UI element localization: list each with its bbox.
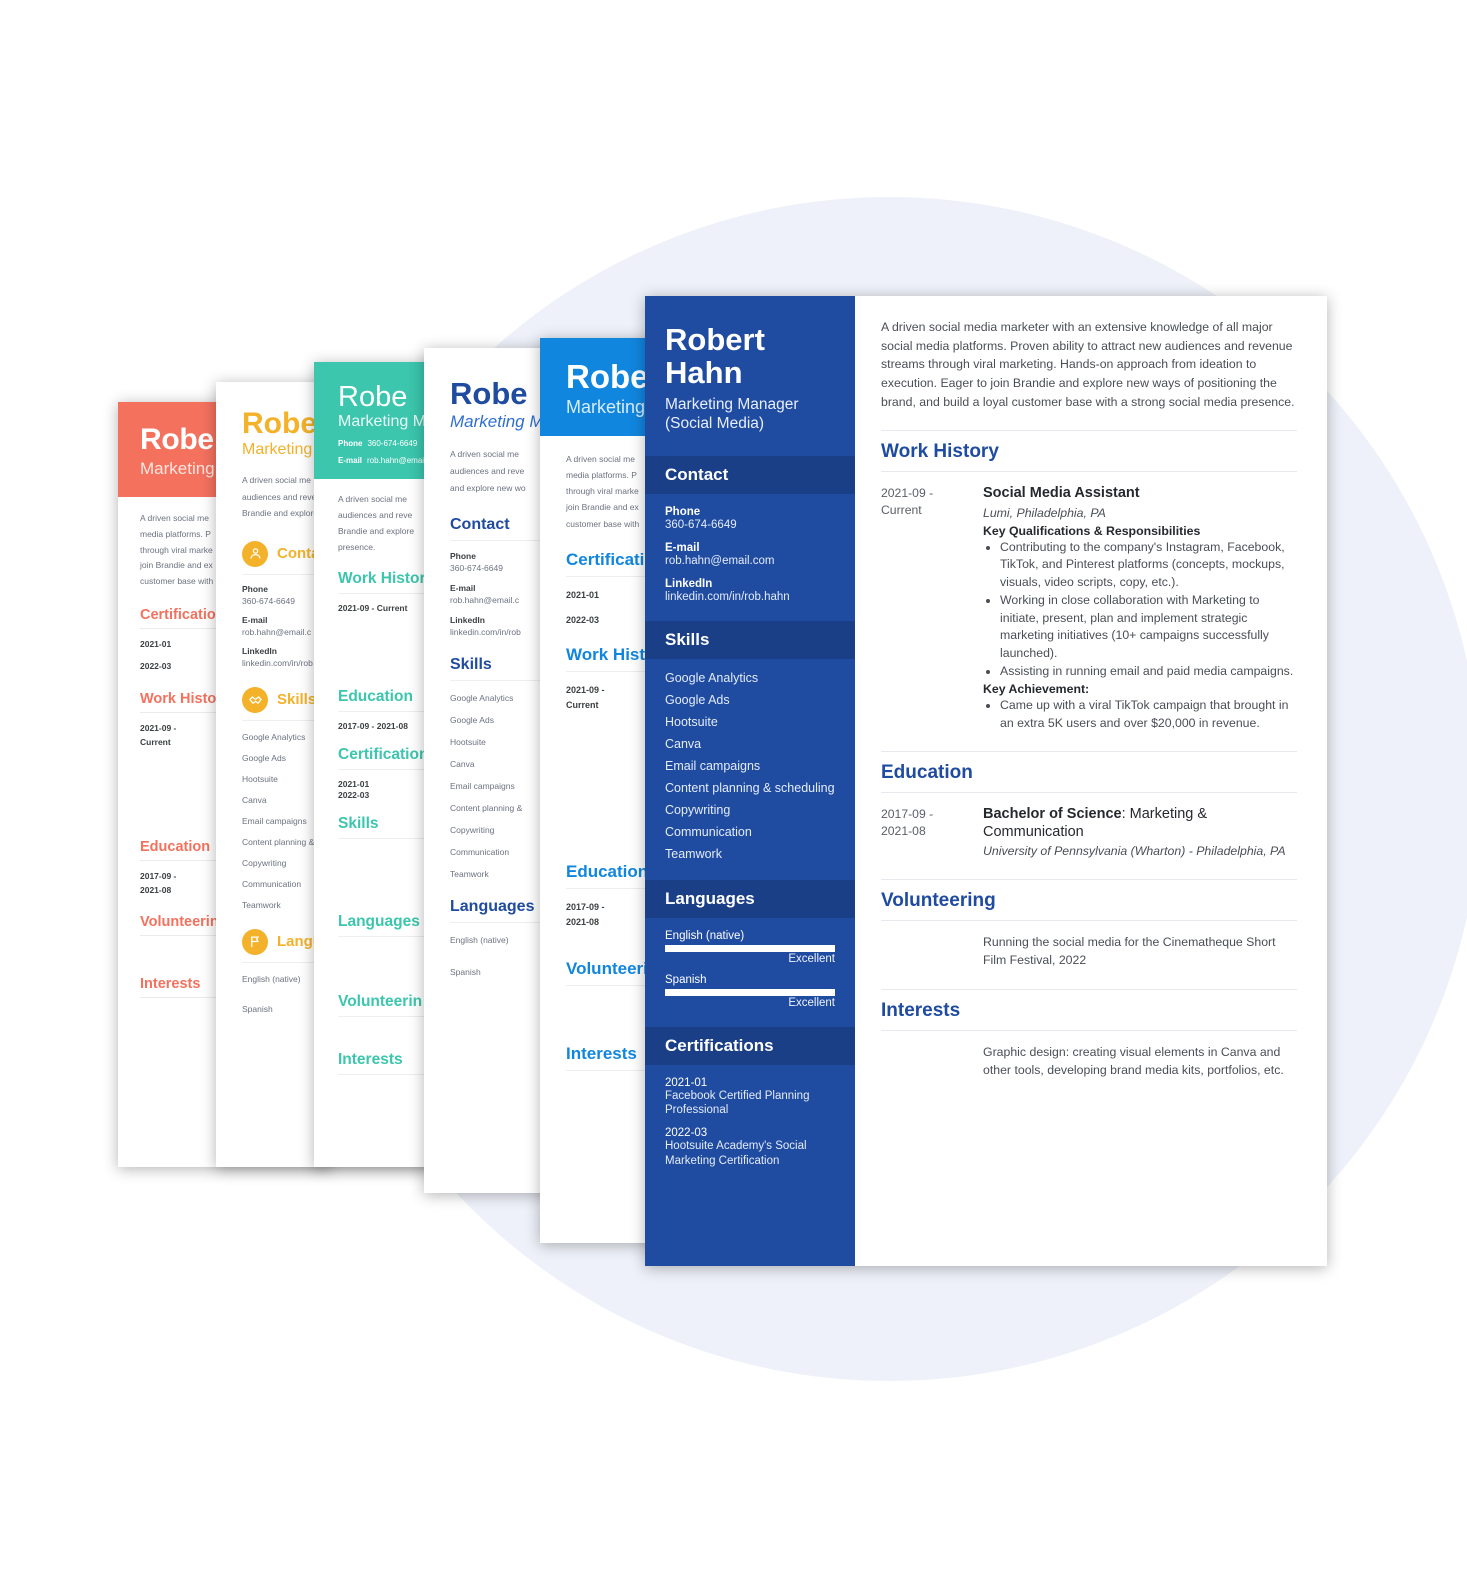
school: University of Pennsylvania (Wharton) - P… bbox=[983, 844, 1286, 859]
language-level-bar bbox=[665, 944, 835, 952]
skills-section: Google Analytics Google Ads Hootsuite Ca… bbox=[645, 659, 855, 880]
interests-entry: Graphic design: creating visual elements… bbox=[881, 1044, 1297, 1080]
work-details: Social Media Assistant Lumi, Philadelphi… bbox=[983, 485, 1297, 732]
email-label: E-mail bbox=[338, 456, 363, 466]
contact-section: Phone 360-674-6649 E-mail rob.hahn@email… bbox=[645, 494, 855, 621]
employer: Lumi, Philadelphia, PA bbox=[983, 505, 1106, 520]
section-title-skills: Skills bbox=[277, 691, 317, 709]
divider bbox=[881, 751, 1297, 753]
list-item: Working in close collaboration with Mark… bbox=[1000, 592, 1297, 662]
divider bbox=[881, 988, 1297, 990]
certification-date: 2022-03 bbox=[665, 1127, 708, 1140]
resume-template-showcase: Robe Marketing A driven social me media … bbox=[0, 0, 1467, 1578]
skill-item: Email campaigns bbox=[665, 758, 761, 773]
divider bbox=[881, 1029, 1297, 1031]
section-title-contact: Contact bbox=[645, 455, 855, 494]
section-title-interests: Interests bbox=[881, 999, 961, 1021]
work-dates: 2021-09 - Current bbox=[881, 485, 967, 732]
handshake-icon bbox=[242, 686, 268, 713]
divider bbox=[881, 879, 1297, 881]
language-level-label: Excellent bbox=[788, 952, 835, 965]
phone-value: 360-674-6649 bbox=[665, 518, 737, 531]
flag-icon bbox=[242, 928, 268, 955]
education-date-to: 2021-08 bbox=[881, 823, 926, 838]
volunteering-details: Running the social media for the Cinemat… bbox=[983, 934, 1297, 970]
skill-item: Content planning & scheduling bbox=[665, 780, 835, 795]
divider bbox=[881, 430, 1297, 432]
degree-name: Bachelor of Science bbox=[983, 806, 1122, 823]
phone-label: Phone bbox=[338, 439, 363, 449]
divider bbox=[881, 792, 1297, 794]
email-label: E-mail bbox=[665, 541, 700, 554]
section-title-work-history: Work History bbox=[881, 441, 999, 463]
language-level-bar bbox=[665, 988, 835, 996]
interests-details: Graphic design: creating visual elements… bbox=[983, 1044, 1297, 1080]
language-level-label: Excellent bbox=[788, 996, 835, 1009]
responsibility-list: Contributing to the company's Instagram,… bbox=[983, 539, 1297, 681]
degree: Bachelor of Science: Marketing & Communi… bbox=[983, 806, 1297, 841]
divider bbox=[881, 920, 1297, 922]
resume-sidebar: Robert Hahn Marketing Manager (Social Me… bbox=[645, 296, 855, 1266]
volunteering-entry: Running the social media for the Cinemat… bbox=[881, 934, 1297, 970]
education-date-from: 2017-09 - bbox=[881, 807, 934, 822]
section-title-certifications: Certifications bbox=[645, 1026, 855, 1065]
section-title-education: Education bbox=[881, 762, 973, 784]
list-item: Came up with a viral TikTok campaign tha… bbox=[1000, 697, 1297, 732]
certification-name: Hootsuite Academy's Social Marketing Cer… bbox=[665, 1140, 807, 1167]
professional-summary: A driven social media marketer with an e… bbox=[881, 320, 1295, 409]
role-line-1: Marketing Manager bbox=[665, 395, 799, 413]
education-details: Bachelor of Science: Marketing & Communi… bbox=[983, 806, 1297, 860]
sidebar-header: Robert Hahn Marketing Manager (Social Me… bbox=[645, 296, 855, 456]
candidate-last-name: Hahn bbox=[665, 354, 743, 390]
section-title-volunteering: Volunteering bbox=[881, 890, 996, 912]
languages-section: English (native) Excellent Spanish Excel… bbox=[645, 918, 855, 1027]
job-title: Social Media Assistant bbox=[983, 485, 1140, 502]
email-value: rob.hahn@email.c bbox=[367, 456, 433, 466]
work-date-to: Current bbox=[881, 502, 922, 517]
email-value: rob.hahn@email.com bbox=[665, 554, 775, 567]
list-item: Assisting in running email and paid medi… bbox=[1000, 663, 1297, 680]
interests-text: Graphic design: creating visual elements… bbox=[983, 1044, 1284, 1077]
qualifications-label: Key Qualifications & Responsibilities bbox=[983, 523, 1201, 538]
education-dates: 2017-09 - 2021-08 bbox=[881, 806, 967, 860]
work-date-from: 2021-09 - bbox=[881, 486, 934, 501]
linkedin-value: linkedin.com/in/rob.hahn bbox=[665, 590, 790, 603]
section-title-languages: Languages bbox=[645, 879, 855, 918]
skill-item: Google Analytics bbox=[665, 670, 759, 685]
volunteering-text: Running the social media for the Cinemat… bbox=[983, 935, 1276, 967]
list-item: Contributing to the company's Instagram,… bbox=[1000, 539, 1297, 591]
resume-main-content: A driven social media marketer with an e… bbox=[855, 296, 1327, 1266]
skill-item: Canva bbox=[665, 736, 702, 751]
education-entry: 2017-09 - 2021-08 Bachelor of Science: M… bbox=[881, 806, 1297, 860]
linkedin-label: LinkedIn bbox=[665, 577, 713, 590]
phone-label: Phone bbox=[665, 505, 701, 518]
achievement-list: Came up with a viral TikTok campaign tha… bbox=[983, 697, 1297, 732]
certifications-section: 2021-01 Facebook Certified Planning Prof… bbox=[645, 1065, 855, 1187]
work-history-entry: 2021-09 - Current Social Media Assistant… bbox=[881, 485, 1297, 732]
skill-item: Communication bbox=[665, 824, 752, 839]
volunteering-dates bbox=[881, 934, 967, 970]
user-icon bbox=[242, 540, 268, 567]
certification-name: Facebook Certified Planning Professional bbox=[665, 1089, 810, 1116]
phone-value: 360-674-6649 bbox=[367, 439, 418, 449]
skill-item: Hootsuite bbox=[665, 714, 718, 729]
resume-card-main[interactable]: Robert Hahn Marketing Manager (Social Me… bbox=[645, 296, 1327, 1266]
certification-date: 2021-01 bbox=[665, 1076, 708, 1089]
language-name: Spanish bbox=[665, 973, 707, 986]
candidate-role: Marketing Manager (Social Media) bbox=[665, 396, 835, 434]
skill-item: Copywriting bbox=[665, 802, 731, 817]
skill-item: Teamwork bbox=[665, 846, 722, 861]
skill-item: Google Ads bbox=[665, 692, 730, 707]
section-title-skills: Skills bbox=[645, 620, 855, 659]
role-line-2: (Social Media) bbox=[665, 414, 765, 432]
divider bbox=[881, 471, 1297, 473]
achievement-label: Key Achievement: bbox=[983, 682, 1090, 697]
candidate-first-name: Robert bbox=[665, 322, 765, 357]
language-name: English (native) bbox=[665, 929, 745, 942]
interests-dates bbox=[881, 1044, 967, 1080]
